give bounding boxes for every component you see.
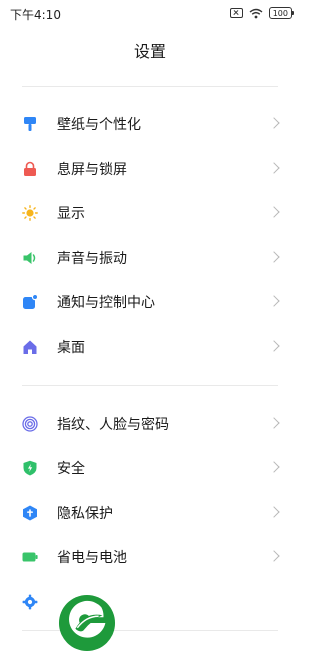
chevron-right-icon [268,340,280,352]
wallpaper-icon [24,117,36,131]
menu-item-home-screen[interactable]: 桌面 [0,325,300,369]
menu-item-battery[interactable]: 省电与电池 [0,535,300,579]
sun-icon [22,205,38,221]
status-icons: 100 [229,6,295,20]
notification-icon [23,294,38,309]
battery-icon: 100 [268,7,295,19]
menu-item-privacy[interactable]: 隐私保护 [0,491,300,535]
status-bar: 下午4:10 100 [0,0,300,26]
menu-item-label: 显示 [57,206,85,222]
menu-item-lock-screen[interactable]: 息屏与锁屏 [0,147,300,191]
menu-item-wallpaper[interactable]: 壁纸与个性化 [0,102,300,146]
menu-item-label: 省电与电池 [57,550,127,566]
menu-item-sound[interactable]: 声音与振动 [0,236,300,280]
menu-item-label: 声音与振动 [57,251,127,267]
page-title: 设置 [133,42,166,61]
wifi-icon [249,8,263,18]
gear-icon [22,594,38,610]
chevron-right-icon [268,206,280,218]
chevron-right-icon [268,117,280,129]
menu-item-label: 指纹、人脸与密码 [57,417,169,433]
home-icon [23,340,37,354]
menu-item-display[interactable]: 显示 [0,191,300,235]
lock-icon [24,161,36,176]
menu-item-label: 息屏与锁屏 [57,162,127,178]
shield-icon [23,460,37,476]
leaf-logo [58,594,116,652]
menu-item-security[interactable]: 安全 [0,446,300,490]
chevron-right-icon [268,461,280,473]
status-time: 下午4:10 [10,8,61,22]
chevron-right-icon [268,506,280,518]
chevron-right-icon [268,251,280,263]
menu-item-more-settings[interactable] [0,580,300,624]
divider [22,86,278,87]
battery-saver-icon [22,552,38,562]
menu-item-label: 桌面 [57,340,85,356]
fingerprint-icon [22,416,38,432]
speaker-icon [23,252,36,264]
privacy-icon [23,505,37,521]
chevron-right-icon [268,162,280,174]
menu-item-fingerprint-face-password[interactable]: 指纹、人脸与密码 [0,402,300,446]
chevron-right-icon [268,295,280,307]
menu-item-notifications[interactable]: 通知与控制中心 [0,280,300,324]
menu-item-label: 安全 [57,461,85,477]
menu-item-label: 隐私保护 [57,506,113,522]
menu-item-label: 壁纸与个性化 [57,117,141,133]
chevron-right-icon [268,550,280,562]
sim-off-icon [229,8,243,18]
chevron-right-icon [268,417,280,429]
divider [22,385,278,386]
menu-item-label: 通知与控制中心 [57,295,155,311]
